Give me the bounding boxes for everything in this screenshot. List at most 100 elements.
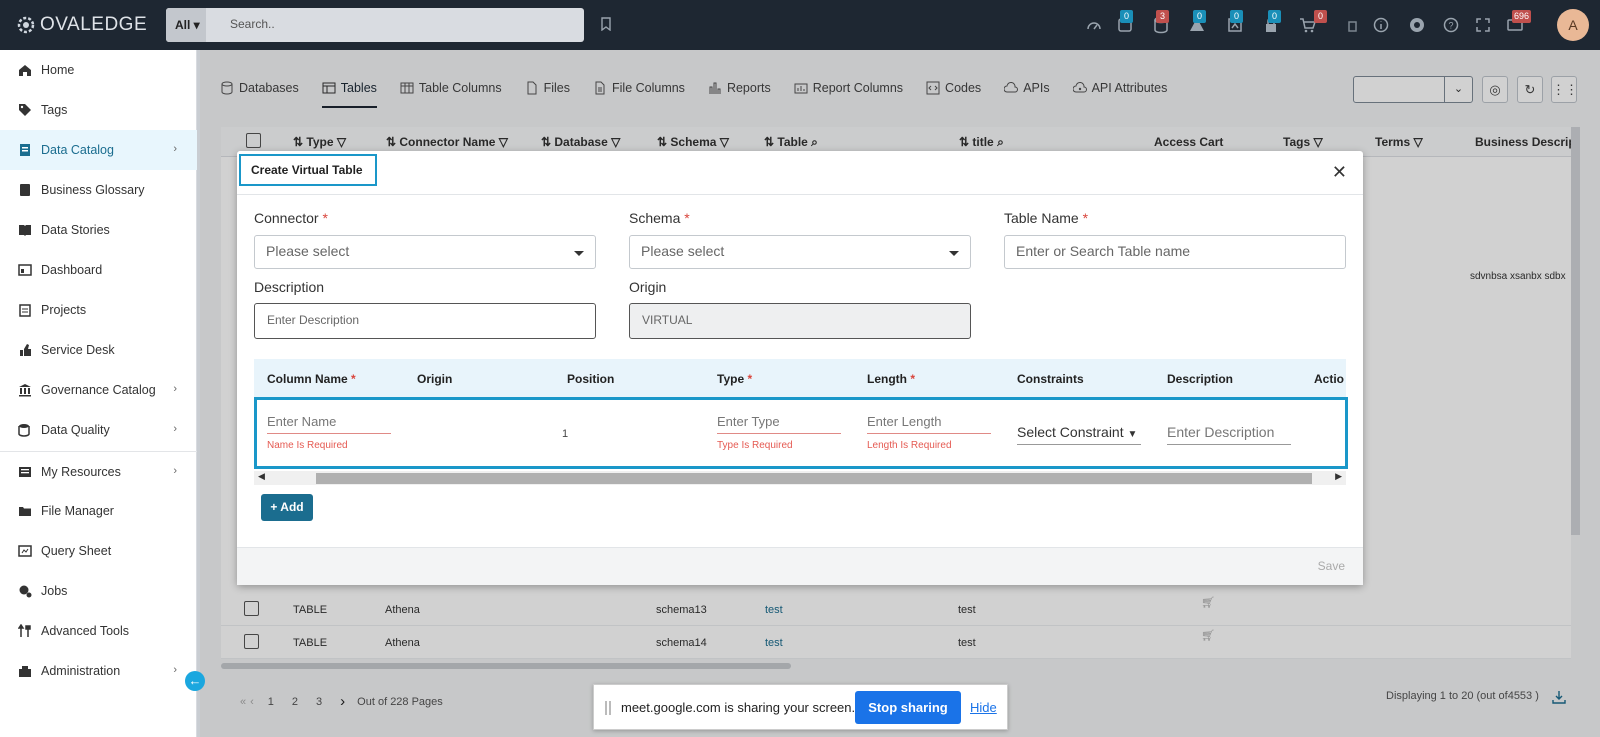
sidebar-item-business-glossary[interactable]: Business Glossary bbox=[0, 170, 197, 210]
sidebar-item-label: Data Quality bbox=[41, 423, 110, 437]
sidebar-item-label: Home bbox=[41, 63, 75, 77]
connector-placeholder: Please select bbox=[266, 243, 350, 259]
columns-horizontal-scrollbar[interactable]: ◀ ▶ bbox=[254, 471, 1346, 485]
schema-select[interactable]: Please select bbox=[629, 235, 971, 269]
tasks-badge: 0 bbox=[1120, 10, 1133, 23]
sidebar-item-query-sheet[interactable]: Query Sheet bbox=[0, 531, 197, 571]
service-desk-icon bbox=[20, 344, 31, 356]
scroll-right-icon[interactable]: ▶ bbox=[1335, 471, 1342, 482]
constraint-placeholder: Select Constraint bbox=[1017, 424, 1124, 440]
save-button[interactable]: Save bbox=[1318, 559, 1345, 573]
data-quality-icon bbox=[18, 424, 30, 437]
dialog-title: Create Virtual Table bbox=[239, 154, 377, 186]
sidebar-item-home[interactable]: Home bbox=[0, 50, 197, 90]
sidebar-item-label: Governance Catalog bbox=[41, 383, 156, 397]
sidebar-item-label: Dashboard bbox=[41, 263, 103, 277]
sidebar-item-data-stories[interactable]: Data Stories bbox=[0, 210, 197, 250]
user-avatar[interactable]: A bbox=[1557, 9, 1589, 41]
chevron-down-icon bbox=[574, 251, 584, 256]
chevron-down-icon bbox=[949, 251, 959, 256]
required-marker: * bbox=[351, 372, 356, 386]
add-column-button[interactable]: + Add bbox=[261, 494, 313, 521]
speedometer-icon[interactable] bbox=[1085, 16, 1103, 34]
length-input[interactable]: Enter Length bbox=[867, 414, 991, 434]
sidebar-item-data-catalog[interactable]: Data Catalog › bbox=[0, 130, 197, 170]
sidebar-item-label: Advanced Tools bbox=[41, 624, 130, 638]
drag-handle[interactable] bbox=[605, 701, 611, 715]
required-marker: * bbox=[322, 210, 328, 226]
table-name-input[interactable]: Enter or Search Table name bbox=[1004, 235, 1346, 269]
permission-icon[interactable] bbox=[1344, 16, 1362, 34]
origin-label: Origin bbox=[629, 279, 667, 295]
column-name-input[interactable]: Enter Name bbox=[267, 414, 391, 434]
search-scope-select[interactable]: All ▾ bbox=[166, 8, 206, 42]
bookmark-icon[interactable] bbox=[600, 17, 612, 31]
description-header: Description bbox=[1167, 372, 1234, 386]
sidebar-item-label: My Resources bbox=[41, 464, 121, 479]
jobs-icon bbox=[19, 585, 32, 598]
caret-down-icon: ▼ bbox=[1127, 429, 1138, 440]
help-icon[interactable]: ? bbox=[1442, 16, 1460, 34]
sidebar-item-governance-catalog[interactable]: Governance Catalog › bbox=[0, 370, 197, 410]
sidebar-item-dashboard[interactable]: Dashboard bbox=[0, 250, 197, 290]
constraints-header: Constraints bbox=[1017, 372, 1084, 386]
sidebar-item-label: Service Desk bbox=[41, 343, 115, 357]
scroll-left-icon[interactable]: ◀ bbox=[258, 471, 265, 482]
sidebar-item-label: Tags bbox=[41, 103, 68, 117]
global-search[interactable]: All ▾ Search.. bbox=[166, 8, 584, 42]
sidebar-item-administration[interactable]: Administration › bbox=[0, 651, 197, 691]
add-button-label: Add bbox=[280, 500, 304, 514]
sidebar-item-label: File Manager bbox=[41, 504, 114, 518]
sidebar-item-projects[interactable]: Projects bbox=[0, 290, 197, 330]
length-error: Length Is Required bbox=[867, 440, 952, 451]
collapse-sidebar-button[interactable]: ← bbox=[185, 671, 205, 691]
tools-icon bbox=[18, 624, 31, 637]
hide-link[interactable]: Hide bbox=[970, 700, 997, 715]
chrome-icon[interactable] bbox=[1408, 16, 1426, 34]
chevron-right-icon: › bbox=[173, 143, 177, 155]
action-header: Actio bbox=[1314, 372, 1344, 386]
sidebar-item-data-quality[interactable]: Data Quality › bbox=[0, 410, 197, 450]
sidebar-item-advanced-tools[interactable]: Advanced Tools bbox=[0, 611, 197, 651]
required-marker: * bbox=[1082, 210, 1089, 226]
fullscreen-icon[interactable] bbox=[1474, 16, 1492, 34]
stop-sharing-button[interactable]: Stop sharing bbox=[855, 691, 961, 724]
type-header: Type * bbox=[717, 372, 752, 386]
notification-badge: 696 bbox=[1512, 10, 1532, 23]
sidebar-item-label: Projects bbox=[41, 303, 87, 317]
chevron-right-icon: › bbox=[173, 423, 177, 435]
sidebar-item-jobs[interactable]: Jobs bbox=[0, 571, 197, 611]
position-value: 1 bbox=[562, 428, 569, 440]
info-icon[interactable] bbox=[1372, 16, 1390, 34]
sidebar-item-my-resources[interactable]: My Resources › bbox=[0, 451, 197, 491]
sidebar-item-label: Query Sheet bbox=[41, 544, 112, 558]
book-icon bbox=[20, 184, 30, 196]
app-logo[interactable]: OVALEDGE bbox=[16, 14, 147, 36]
open-book-icon bbox=[19, 225, 31, 236]
sidebar-item-service-desk[interactable]: Service Desk bbox=[0, 330, 197, 370]
constraint-select[interactable]: Select Constraint ▼ bbox=[1017, 424, 1141, 445]
close-icon[interactable]: ✕ bbox=[1332, 162, 1347, 183]
search-input[interactable]: Search.. bbox=[230, 17, 275, 31]
type-input[interactable]: Enter Type bbox=[717, 414, 841, 434]
column-name-header: Column Name * bbox=[267, 372, 356, 386]
required-marker: * bbox=[747, 372, 753, 386]
type-error: Type Is Required bbox=[717, 440, 793, 451]
search-scope-label: All bbox=[175, 18, 191, 32]
home-icon bbox=[19, 65, 31, 76]
sidebar-item-file-manager[interactable]: File Manager bbox=[0, 491, 197, 531]
create-virtual-table-dialog: Create Virtual Table ✕ Connector * Pleas… bbox=[237, 151, 1363, 585]
description-input[interactable]: Enter Description bbox=[254, 303, 596, 339]
alert-badge: 0 bbox=[1193, 10, 1206, 23]
svg-text:?: ? bbox=[1448, 21, 1453, 31]
lock-badge: 0 bbox=[1268, 10, 1281, 23]
sidebar-item-tags[interactable]: Tags bbox=[0, 90, 197, 130]
logo-text: OVALEDGE bbox=[40, 14, 148, 35]
dashboard-icon bbox=[18, 264, 32, 276]
connector-select[interactable]: Please select bbox=[254, 235, 596, 269]
scrollbar-thumb[interactable] bbox=[316, 473, 1312, 484]
origin-header: Origin bbox=[417, 372, 453, 386]
columns-table-header: Column Name * Origin Position Type * Len… bbox=[254, 359, 1346, 397]
column-description-input[interactable]: Enter Description bbox=[1167, 424, 1291, 445]
top-bar: OVALEDGE All ▾ Search.. 0 3 0 0 0 0 ? 69… bbox=[0, 0, 1600, 50]
